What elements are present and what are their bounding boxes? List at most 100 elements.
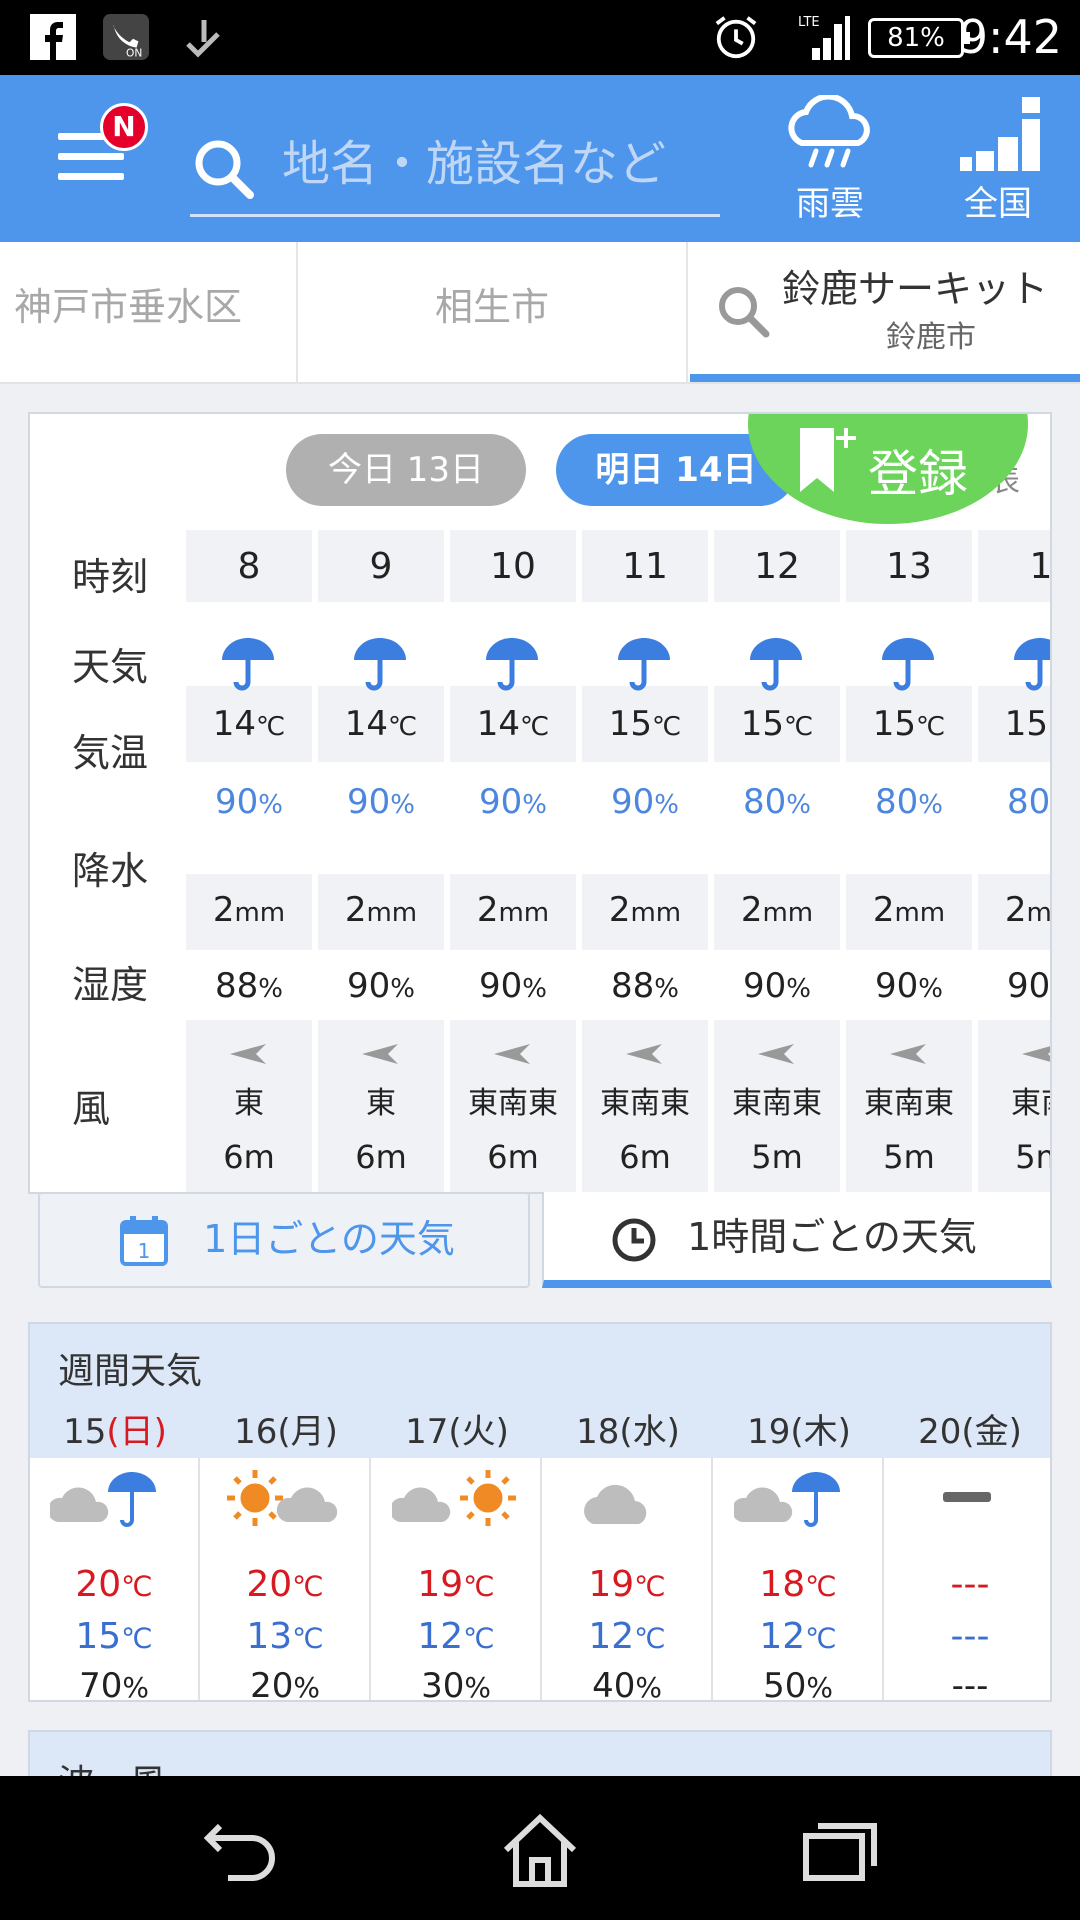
hour-precip-amount: 2mm — [589, 890, 701, 930]
weekly-date-number: 19 — [747, 1412, 791, 1452]
weekly-day-column[interactable]: 19℃ 12℃ 30% — [372, 1458, 542, 1702]
row-label-humidity: 湿度 — [72, 963, 149, 1007]
hour-wind-dir: 東南東 — [457, 1078, 569, 1122]
weekly-day-column[interactable]: 20℃ 15℃ 70% — [30, 1458, 200, 1702]
hour-precip-amount-value: 2 — [740, 890, 763, 930]
weekly-high-temp-value: 19 — [417, 1564, 464, 1605]
hour-precip-amount-value: 2 — [344, 890, 367, 930]
hour-wind-speed-value: 6m — [223, 1138, 275, 1176]
unit: % — [390, 790, 415, 820]
hour-wind-dir: 東 — [193, 1078, 305, 1122]
national-button[interactable]: 全国 — [938, 95, 1058, 225]
weekly-high-temp: 20℃ — [30, 1564, 198, 1605]
hour-precip-prob-value: 90 — [479, 782, 523, 822]
weekly-high-temp: 19℃ — [543, 1564, 711, 1605]
weekly-day-column[interactable]: --- --- --- — [885, 1458, 1050, 1700]
hour-wind-speed-value: 5m — [1015, 1138, 1050, 1176]
hour-precip-amount: 2mm — [193, 890, 305, 930]
home-icon[interactable] — [500, 1812, 580, 1888]
register-button[interactable]: 登録 — [748, 414, 1028, 524]
clock: 9:42 — [958, 10, 1062, 64]
row-label-weather: 天気 — [72, 645, 149, 689]
hour-temp: 14℃ — [325, 704, 437, 744]
hour-precip-prob: 90% — [457, 782, 569, 822]
weekly-day-of-week: (日) — [106, 1412, 167, 1452]
wind-arrow-icon — [626, 1044, 662, 1064]
weekly-low-temp: 15℃ — [30, 1616, 198, 1657]
unit: mm — [234, 898, 286, 928]
hour-wind-dir: 東南東 — [589, 1078, 701, 1122]
weekly-high-temp-value: --- — [950, 1564, 990, 1605]
unit: % — [918, 790, 943, 820]
hour-wind-dir-value: 東 — [366, 1086, 396, 1121]
location-tab-aioi[interactable]: 相生市 — [298, 242, 688, 382]
cloud-umbrella-icon — [734, 1472, 840, 1527]
recent-apps-icon[interactable] — [802, 1822, 878, 1882]
location-tab-kobe[interactable]: 神戸市垂水区 — [0, 242, 298, 382]
weekly-date-number: 15 — [63, 1412, 107, 1452]
hour-temp: 14℃ — [193, 704, 305, 744]
unit: % — [464, 1671, 491, 1702]
weekly-high-temp: 19℃ — [372, 1564, 540, 1605]
rain-cloud-button[interactable]: 雨雲 — [770, 95, 890, 225]
weekly-high-temp-value: 19 — [588, 1564, 635, 1605]
weekly-high-temp: --- — [885, 1564, 1050, 1605]
umbrella-icon — [354, 638, 406, 691]
tab-daily[interactable]: 1 1日ごとの天気 — [38, 1192, 530, 1288]
unit: ℃ — [256, 712, 286, 742]
weekly-precip-prob-value: 70 — [79, 1666, 123, 1702]
hour-wind-speed-value: 5m — [883, 1138, 935, 1176]
hour-temp: 15℃ — [721, 704, 833, 744]
weekly-low-temp: 12℃ — [372, 1616, 540, 1657]
hour-time-value: 8 — [237, 546, 261, 587]
weekly-precip-prob-value: 40 — [592, 1666, 636, 1702]
unit: % — [1050, 790, 1052, 820]
hour-precip-amount: 2mm — [853, 890, 965, 930]
weekly-date-number: 17 — [405, 1412, 449, 1452]
facebook-icon — [30, 14, 76, 60]
weekly-forecast-card: 週間天気 15(日) 16(月) 17(火) 18(水) 19(木) 20(金) 20℃ 1… — [28, 1322, 1052, 1702]
weekly-day-column[interactable]: 19℃ 12℃ 40% — [543, 1458, 713, 1702]
weekly-low-temp-value: --- — [950, 1616, 990, 1657]
weekly-low-temp: 12℃ — [543, 1616, 711, 1657]
unit: % — [293, 1671, 320, 1702]
weekly-precip-prob: 50% — [714, 1666, 882, 1700]
row-label-time: 時刻 — [72, 555, 149, 599]
hour-precip-prob: 90% — [325, 782, 437, 822]
hour-wind-speed: 5m — [853, 1138, 965, 1176]
search-bar[interactable] — [190, 115, 720, 217]
hour-humidity: 90% — [457, 966, 569, 1006]
weekly-low-temp-value: 12 — [417, 1616, 464, 1657]
hour-precip-prob-value: 90 — [215, 782, 259, 822]
hour-time: 9 — [325, 546, 437, 587]
weekly-day-of-week: (木) — [790, 1412, 851, 1452]
unit: ℃ — [463, 1622, 495, 1655]
hour-time-value: 13 — [886, 546, 932, 587]
search-input[interactable] — [282, 129, 702, 199]
navigation-bar — [0, 1776, 1080, 1920]
hour-temp-value: 14 — [476, 704, 521, 744]
location-tab-suzuka[interactable]: 鈴鹿サーキット 鈴鹿市 — [690, 242, 1080, 382]
weekly-title: 週間天気 — [58, 1351, 203, 1392]
unit: % — [654, 974, 679, 1004]
sun-cloud-icon — [227, 1470, 338, 1526]
hour-wind-speed-value: 6m — [355, 1138, 407, 1176]
weekly-high-temp-value: 20 — [75, 1564, 122, 1605]
rain-cloud-icon — [788, 95, 870, 168]
tab-hourly[interactable]: 1時間ごとの天気 — [542, 1192, 1052, 1288]
hour-precip-prob: 80% — [853, 782, 965, 822]
hour-wind-dir-value: 東南東 — [468, 1086, 558, 1121]
weekly-day-column[interactable]: 18℃ 12℃ 50% — [714, 1458, 884, 1700]
weekly-day-column[interactable]: 20℃ 13℃ 20% — [201, 1458, 371, 1702]
row-label-wind: 風 — [72, 1087, 111, 1131]
status-bar: ON LTE 81% 9:42 — [0, 0, 1080, 75]
hour-precip-amount-value: 2 — [212, 890, 235, 930]
unit: ℃ — [121, 1622, 153, 1655]
weekly-day-of-week: (火) — [448, 1412, 509, 1452]
hour-time-value: 12 — [754, 546, 800, 587]
unit: % — [654, 790, 679, 820]
tab-today[interactable]: 今日 13日 — [286, 434, 526, 506]
back-icon[interactable] — [200, 1822, 280, 1882]
download-icon — [186, 20, 220, 58]
cloud-icon — [584, 1484, 647, 1524]
